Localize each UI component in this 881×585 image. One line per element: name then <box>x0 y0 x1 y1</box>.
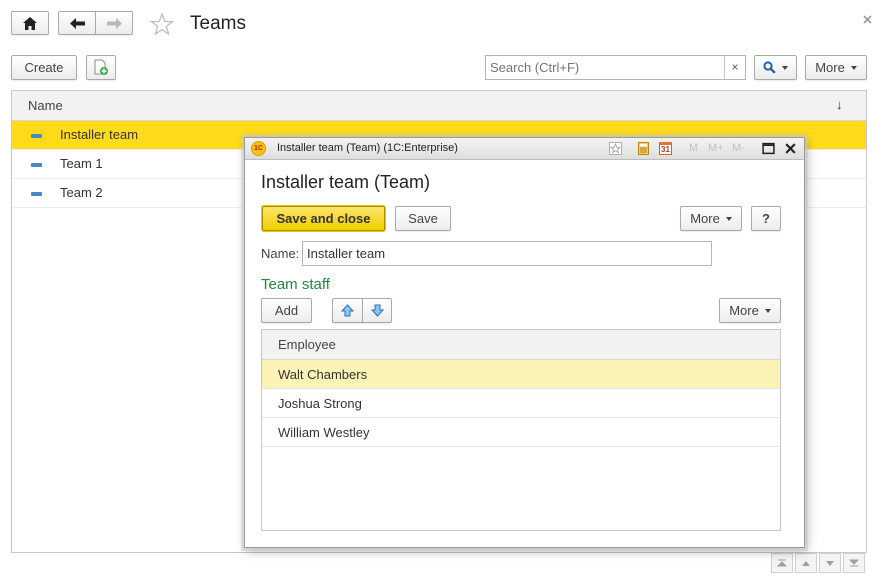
team-staff-section-title[interactable]: Team staff <box>261 276 330 293</box>
search-options-button[interactable] <box>754 55 797 80</box>
dialog-titlebar[interactable]: 1C Installer team (Team) (1C:Enterprise)… <box>245 138 804 160</box>
save-and-close-button[interactable]: Save and close <box>262 206 385 231</box>
save-button[interactable]: Save <box>395 206 451 231</box>
home-icon <box>23 16 37 30</box>
chevron-down-icon <box>725 216 732 221</box>
search-clear-button[interactable]: × <box>724 56 745 79</box>
arrow-up-icon <box>341 304 354 317</box>
row-label: Team 2 <box>60 185 103 200</box>
table-header: Employee <box>262 330 780 360</box>
add-button[interactable]: Add <box>261 298 312 323</box>
dialog-more-button[interactable]: More <box>680 206 742 231</box>
search-clear-label: × <box>731 60 739 74</box>
forward-button[interactable] <box>95 11 133 35</box>
row-label: Team 1 <box>60 156 103 171</box>
list-header: Name ↓ <box>12 91 866 121</box>
app-logo-text: 1C <box>254 145 263 152</box>
dialog-more-label: More <box>690 211 720 226</box>
up-icon <box>802 561 810 566</box>
move-down-button[interactable] <box>362 298 392 323</box>
help-button[interactable]: ? <box>751 206 781 231</box>
search-input[interactable] <box>486 56 724 79</box>
catalog-item-icon <box>31 163 42 167</box>
maximize-icon[interactable] <box>762 142 775 155</box>
favorite-icon[interactable] <box>609 142 622 155</box>
save-label: Save <box>408 211 438 226</box>
employee-name: Joshua Strong <box>278 396 362 411</box>
last-page-icon <box>848 559 860 567</box>
catalog-item-icon <box>31 134 42 138</box>
create-copy-button[interactable] <box>86 55 116 80</box>
table-row[interactable]: Walt Chambers <box>262 360 780 389</box>
add-label: Add <box>274 303 299 318</box>
search-field[interactable]: × <box>485 55 746 80</box>
back-button[interactable] <box>58 11 96 35</box>
save-and-close-label: Save and close <box>276 211 371 226</box>
arrow-down-icon <box>370 304 384 317</box>
close-icon[interactable] <box>784 142 797 155</box>
more-button[interactable]: More <box>805 55 867 80</box>
dialog-heading: Installer team (Team) <box>261 172 431 192</box>
search-icon <box>763 61 776 74</box>
sort-arrow-icon[interactable]: ↓ <box>836 97 843 112</box>
more-button-label: More <box>815 60 845 75</box>
calendar-day-text: 31 <box>661 145 670 154</box>
down-icon <box>826 561 834 566</box>
memory-m-button[interactable]: M <box>689 142 698 154</box>
employee-name: William Westley <box>278 425 370 440</box>
employee-name: Walt Chambers <box>278 367 368 382</box>
create-button-label: Create <box>24 60 64 75</box>
chevron-down-icon <box>782 65 788 70</box>
favorite-star-icon[interactable] <box>150 13 174 36</box>
row-label: Installer team <box>60 127 139 142</box>
catalog-item-icon <box>31 192 42 196</box>
table-row[interactable]: William Westley <box>262 418 780 447</box>
arrow-left-icon <box>69 17 85 29</box>
calendar-icon[interactable]: 31 <box>659 142 672 155</box>
column-header-employee[interactable]: Employee <box>278 337 336 352</box>
scroll-down-button[interactable] <box>819 553 841 573</box>
app-logo-icon: 1C <box>251 141 266 156</box>
table-row[interactable]: Joshua Strong <box>262 389 780 418</box>
scroll-up-button[interactable] <box>795 553 817 573</box>
chevron-down-icon <box>850 65 857 70</box>
grid-more-button[interactable]: More <box>719 298 781 323</box>
scroll-last-button[interactable] <box>843 553 865 573</box>
move-up-button[interactable] <box>332 298 363 323</box>
grid-more-label: More <box>729 303 759 318</box>
team-staff-table[interactable]: Employee Walt Chambers Joshua Strong Wil… <box>261 329 781 531</box>
help-label: ? <box>762 211 770 226</box>
create-button[interactable]: Create <box>11 55 77 80</box>
page-title: Teams <box>190 13 246 34</box>
calculator-icon[interactable] <box>637 142 650 155</box>
column-header-name[interactable]: Name <box>28 98 63 113</box>
name-field-label: Name: <box>261 246 300 261</box>
document-add-icon <box>94 59 108 75</box>
name-input[interactable] <box>302 241 712 266</box>
scroll-first-button[interactable] <box>771 553 793 573</box>
chevron-down-icon <box>764 308 771 313</box>
memory-minus-button[interactable]: M- <box>732 142 745 154</box>
dialog-window-title: Installer team (Team) (1C:Enterprise) <box>277 142 458 154</box>
home-button[interactable] <box>11 11 49 35</box>
memory-plus-button[interactable]: M+ <box>708 142 724 154</box>
close-icon[interactable] <box>863 15 872 24</box>
first-page-icon <box>776 559 788 567</box>
arrow-right-icon <box>106 17 122 29</box>
